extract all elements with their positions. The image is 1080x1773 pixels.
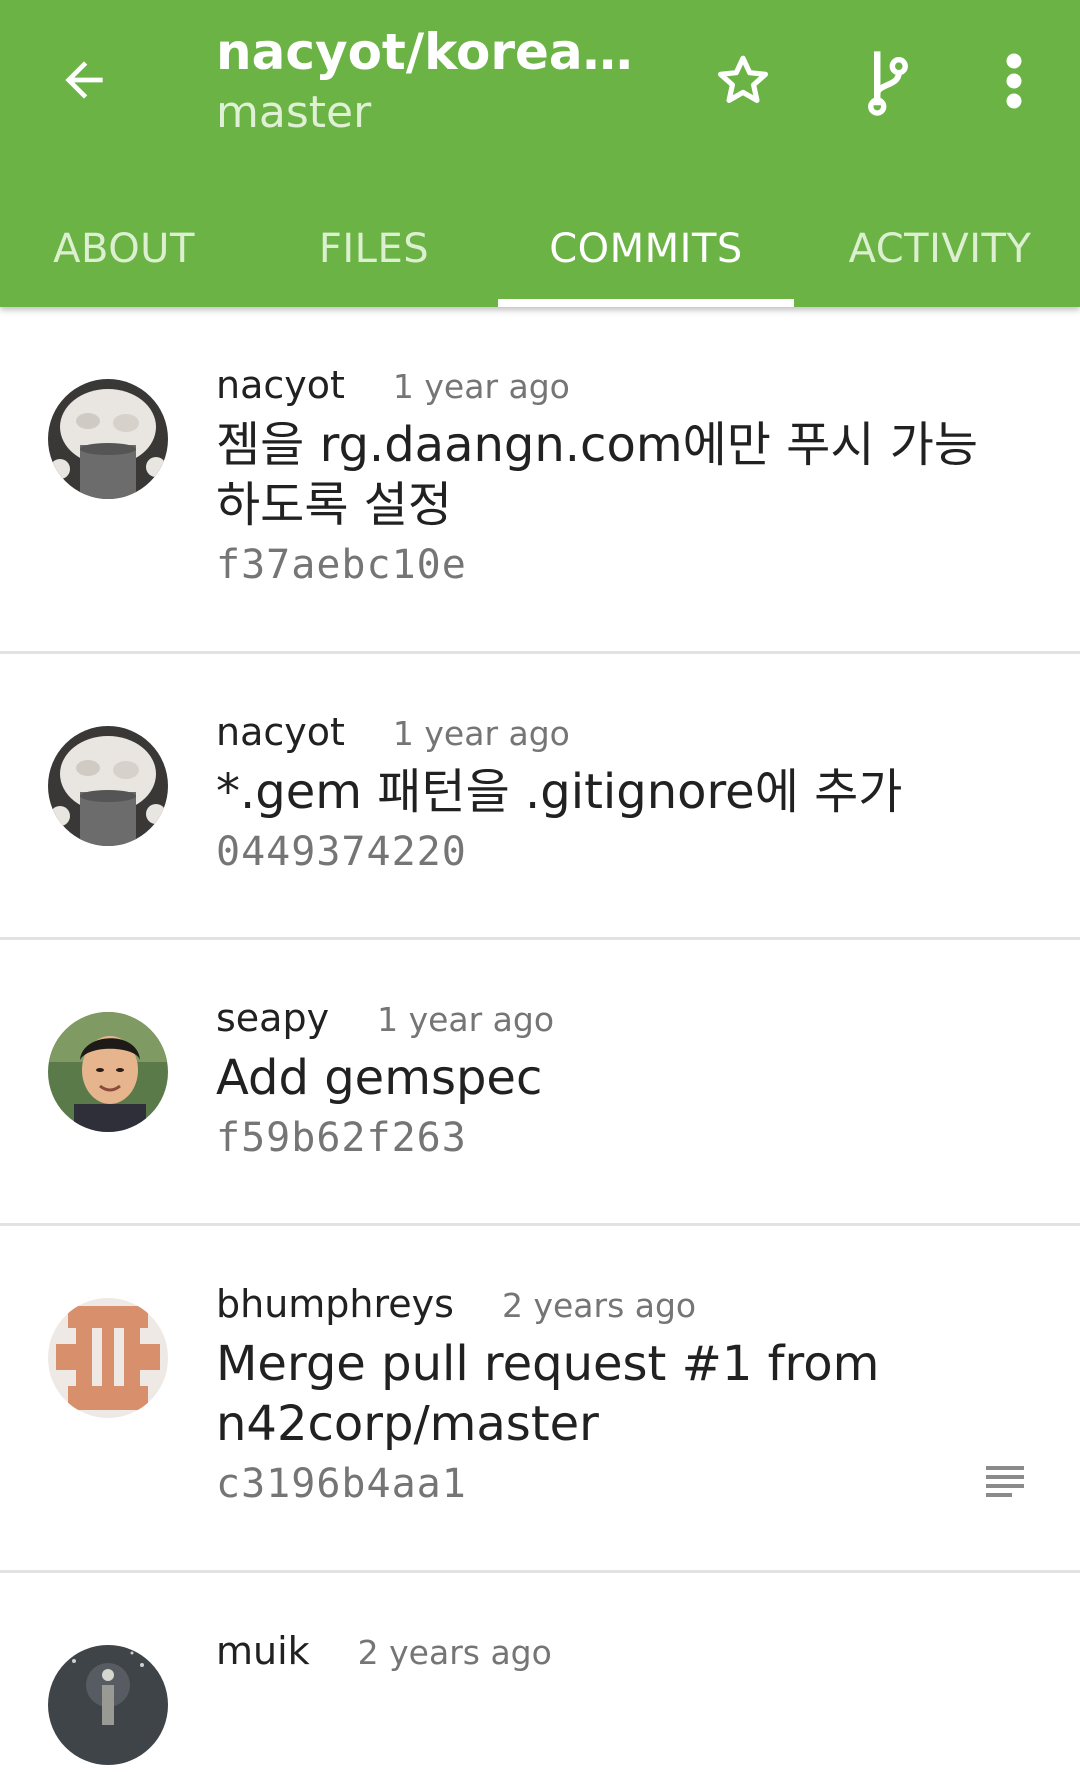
tab-commits[interactable]: COMMITS: [498, 190, 794, 307]
person-avatar[interactable]: [48, 1012, 168, 1132]
commit-time: 1 year ago: [392, 367, 570, 406]
title-block: nacyot/korean… master: [216, 22, 656, 142]
commit-row[interactable]: seapy 1 year ago Add gemspec f59b62f263: [0, 940, 1080, 1226]
commit-message: *.gem 패턴을 .gitignore에 추가: [216, 762, 1016, 822]
subject-lines-icon: [986, 1466, 1024, 1497]
commit-meta: nacyot 1 year ago: [216, 357, 1016, 413]
commit-sha: f59b62f263: [216, 1115, 467, 1161]
commit-sha: 0449374220: [216, 829, 467, 875]
back-button[interactable]: [52, 48, 116, 112]
commit-body: nacyot 1 year ago 젬을 rg.daangn.com에만 푸시 …: [216, 357, 1016, 595]
cat-avatar[interactable]: [48, 726, 168, 846]
commit-message-text: *.gem 패턴을 .gitignore에 추가: [216, 764, 903, 820]
commit-meta: bhumphreys 2 years ago: [216, 1276, 1016, 1332]
active-tab-indicator: [498, 299, 794, 307]
commit-author[interactable]: bhumphreys: [216, 1276, 454, 1332]
tab-files[interactable]: FILES: [272, 190, 476, 307]
git-branch-icon: [868, 51, 908, 116]
star-outline-icon: [717, 55, 769, 103]
branch-subtitle: master: [216, 87, 372, 138]
branch-button[interactable]: [853, 46, 923, 116]
commit-time: 2 years ago: [501, 1286, 697, 1325]
commit-meta: muik 2 years ago: [216, 1623, 1016, 1679]
repo-title: nacyot/korean…: [216, 23, 656, 81]
commit-author[interactable]: nacyot: [216, 357, 345, 413]
commit-list: nacyot 1 year ago 젬을 rg.daangn.com에만 푸시 …: [0, 307, 1080, 1773]
commit-message-text: Add gemspec: [216, 1050, 543, 1106]
commit-sha: c3196b4aa1: [216, 1461, 467, 1507]
commit-sha: f37aebc10e: [216, 542, 467, 588]
commit-body: seapy 1 year ago Add gemspec f59b62f263: [216, 990, 1016, 1168]
commit-author[interactable]: seapy: [216, 990, 329, 1046]
tab-about[interactable]: ABOUT: [24, 190, 224, 307]
commit-row[interactable]: nacyot 1 year ago 젬을 rg.daangn.com에만 푸시 …: [0, 307, 1080, 654]
commit-row[interactable]: muik 2 years ago: [0, 1573, 1080, 1773]
cat-avatar[interactable]: [48, 379, 168, 499]
commit-message: Merge pull request #1 from n42corp/maste…: [216, 1334, 1016, 1454]
commit-message: 젬을 rg.daangn.com에만 푸시 가능 하도록 설정: [216, 415, 1016, 535]
commit-meta: nacyot 1 year ago: [216, 704, 1016, 760]
commit-time: 1 year ago: [392, 714, 570, 753]
commit-time: 1 year ago: [377, 1000, 555, 1039]
tab-activity[interactable]: ACTIVITY: [820, 190, 1060, 307]
commit-message: Add gemspec: [216, 1048, 1016, 1108]
commit-message-text: 젬을 rg.daangn.com에만 푸시 가능 하도록 설정: [216, 417, 979, 533]
arrow-back-icon: [65, 61, 103, 99]
dark-photo-avatar[interactable]: [48, 1645, 168, 1765]
tab-bar: ABOUT FILES COMMITS ACTIVITY: [0, 190, 1080, 307]
commit-author[interactable]: nacyot: [216, 704, 345, 760]
commit-body: muik 2 years ago: [216, 1623, 1016, 1679]
app-bar: nacyot/korean… master ABOUT FILES COMMIT…: [0, 0, 1080, 307]
identicon-avatar[interactable]: [48, 1298, 168, 1418]
commit-time: 2 years ago: [357, 1633, 552, 1672]
commit-meta: seapy 1 year ago: [216, 990, 1016, 1046]
star-button[interactable]: [708, 46, 778, 116]
more-vert-icon: [1006, 53, 1022, 109]
commit-body: nacyot 1 year ago *.gem 패턴을 .gitignore에 …: [216, 704, 1016, 882]
commit-body: bhumphreys 2 years ago Merge pull reques…: [216, 1276, 1016, 1514]
commit-author[interactable]: muik: [216, 1623, 310, 1679]
commit-row[interactable]: bhumphreys 2 years ago Merge pull reques…: [0, 1226, 1080, 1573]
commit-row[interactable]: nacyot 1 year ago *.gem 패턴을 .gitignore에 …: [0, 654, 1080, 940]
more-options-button[interactable]: [979, 46, 1049, 116]
commit-message-text: Merge pull request #1 from n42corp/maste…: [216, 1336, 880, 1452]
